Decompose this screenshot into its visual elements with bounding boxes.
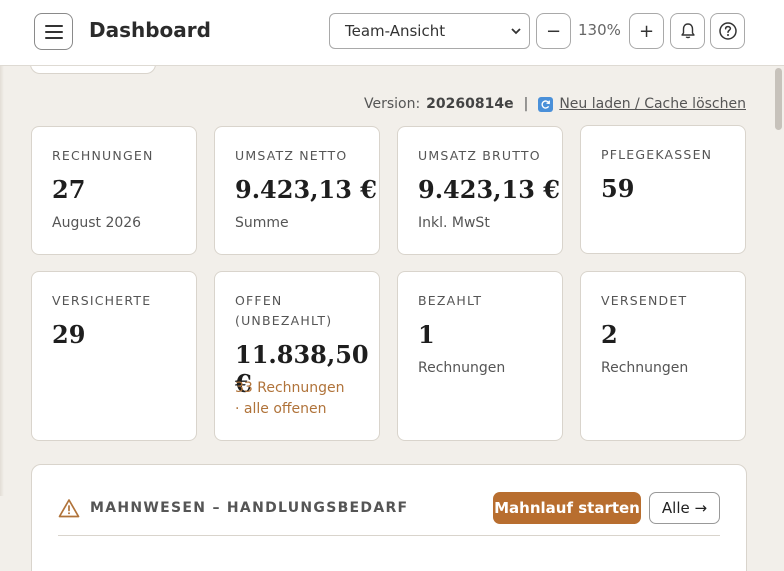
- stat-label: UMSATZ NETTO: [235, 148, 348, 163]
- stat-card-versendet: VERSENDET 2 Rechnungen: [580, 271, 746, 441]
- scrollbar-track[interactable]: [772, 66, 784, 571]
- panel-divider: [58, 535, 720, 536]
- view-select-value: Team-Ansicht: [345, 22, 446, 40]
- reload-icon[interactable]: [538, 96, 554, 112]
- zoom-in-button[interactable]: +: [629, 13, 664, 49]
- zoom-level: 130%: [578, 21, 621, 39]
- help-icon: [718, 22, 737, 40]
- bell-icon: [680, 23, 695, 39]
- stat-sub: Rechnungen: [601, 360, 689, 376]
- warning-icon: [58, 499, 80, 518]
- stat-card-rechnungen: RECHNUNGEN 27 August 2026: [31, 126, 197, 255]
- top-header: Dashboard Team-Ansicht − 130% +: [0, 0, 784, 66]
- page-title: Dashboard: [89, 18, 211, 42]
- dunning-panel: MAHNWESEN – HANDLUNGSBEDARF Mahnlauf sta…: [31, 464, 747, 571]
- stat-label: BEZAHLT: [418, 293, 483, 308]
- menu-button[interactable]: [34, 13, 73, 50]
- stat-card-bezahlt: BEZAHLT 1 Rechnungen: [397, 271, 563, 441]
- start-dunning-button[interactable]: Mahnlauf starten: [493, 492, 641, 524]
- stat-label: VERSENDET: [601, 293, 688, 308]
- stat-label: PFLEGEKASSEN: [601, 147, 713, 162]
- view-select[interactable]: Team-Ansicht: [329, 13, 530, 49]
- stat-sub: 33 Rechnungen · alle offenen: [235, 380, 345, 417]
- stat-value: 9.423,13 €: [418, 175, 560, 204]
- stat-value: 59: [601, 174, 635, 203]
- help-button[interactable]: [710, 13, 745, 49]
- scrollbar-thumb[interactable]: [775, 68, 782, 130]
- stat-value: 2: [601, 320, 618, 349]
- stat-label: RECHNUNGEN: [52, 148, 154, 163]
- stat-label: UMSATZ BRUTTO: [418, 148, 541, 163]
- version-info: Version: 20260814e | Neu laden / Cache l…: [364, 96, 746, 112]
- chevron-down-icon: [511, 28, 521, 35]
- version-number: 20260814e: [426, 96, 514, 112]
- show-all-button[interactable]: Alle →: [649, 492, 720, 524]
- stat-card-pflegekassen: PFLEGEKASSEN 59: [580, 125, 746, 254]
- stat-sub: August 2026: [52, 215, 142, 231]
- stat-label: OFFEN (UNBEZAHLT): [235, 293, 333, 328]
- stat-sub: Inkl. MwSt: [418, 215, 490, 231]
- stat-sub: Rechnungen: [418, 360, 506, 376]
- stat-value: 29: [52, 320, 86, 349]
- reload-cache-link[interactable]: Neu laden / Cache löschen: [559, 96, 746, 112]
- notifications-button[interactable]: [670, 13, 705, 49]
- stat-sub: Summe: [235, 215, 289, 231]
- stat-label: VERSICHERTE: [52, 293, 152, 308]
- stat-card-versicherte: VERSICHERTE 29: [31, 271, 197, 441]
- stat-card-umsatz-brutto: UMSATZ BRUTTO 9.423,13 € Inkl. MwSt: [397, 126, 563, 255]
- dunning-title: MAHNWESEN – HANDLUNGSBEDARF: [90, 500, 409, 516]
- version-separator: |: [523, 96, 529, 112]
- stat-value: 1: [418, 320, 435, 349]
- menu-icon: [44, 24, 63, 39]
- version-label: Version:: [363, 96, 421, 112]
- left-sidebar-shadow: [0, 66, 4, 496]
- stat-value: 27: [52, 175, 86, 204]
- stat-card-umsatz-netto: UMSATZ NETTO 9.423,13 € Summe: [214, 126, 380, 255]
- zoom-out-button[interactable]: −: [536, 13, 571, 49]
- stat-card-offen: OFFEN (UNBEZAHLT) 11.838,50 € 33 Rechnun…: [214, 271, 380, 441]
- stat-value: 9.423,13 €: [235, 175, 377, 204]
